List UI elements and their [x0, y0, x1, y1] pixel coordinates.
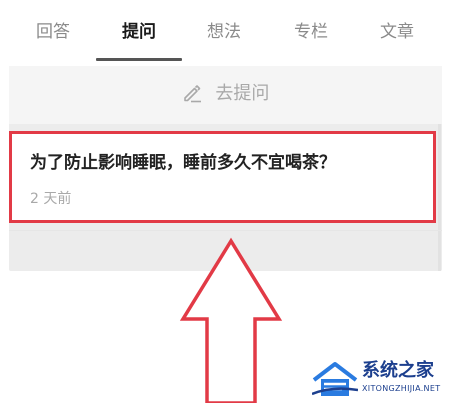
annotation-arrow: [179, 237, 283, 403]
house-logo-icon: [312, 362, 358, 396]
watermark-name: 系统之家: [362, 360, 434, 381]
watermark: 系统之家 XITONGZHIJIA.NET: [306, 356, 467, 403]
watermark-url: XITONGZHIJIA.NET: [362, 384, 441, 393]
